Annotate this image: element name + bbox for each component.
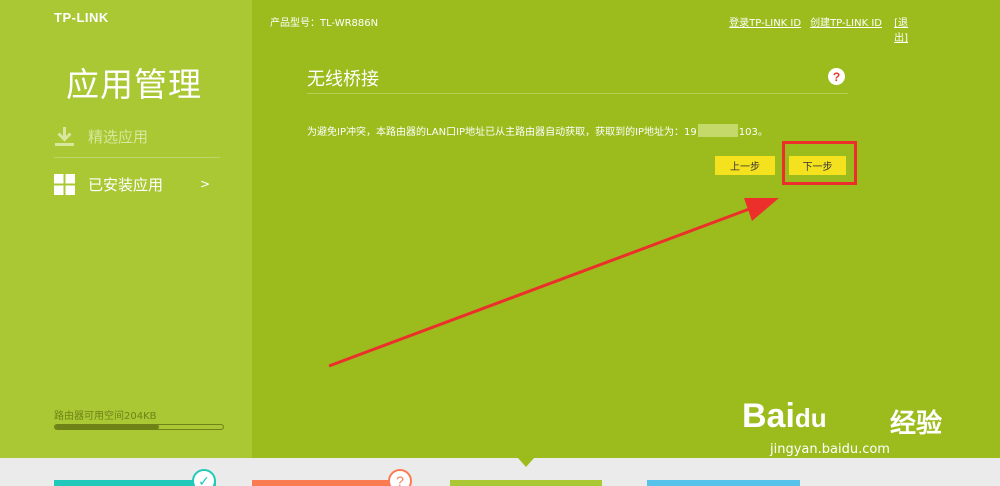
baidu-watermark: Baidu 经验 jingyan.baidu.com — [742, 375, 962, 465]
watermark-name: 经验 — [890, 409, 943, 439]
question-icon: ? — [388, 469, 412, 486]
bottom-tab-2[interactable] — [252, 480, 400, 486]
bottom-tab-4[interactable] — [647, 480, 800, 486]
watermark-paw: du — [794, 403, 827, 433]
bottom-tab-3[interactable] — [450, 480, 602, 486]
bottom-notch — [518, 458, 534, 467]
check-icon: ✓ — [192, 469, 216, 486]
watermark-url: jingyan.baidu.com — [770, 442, 890, 457]
watermark-brand: Baidu — [742, 397, 827, 435]
page: TP-LINK 应用管理 精选应用 已安装应用 > 路由器可用空间204KB 产… — [0, 0, 1000, 486]
